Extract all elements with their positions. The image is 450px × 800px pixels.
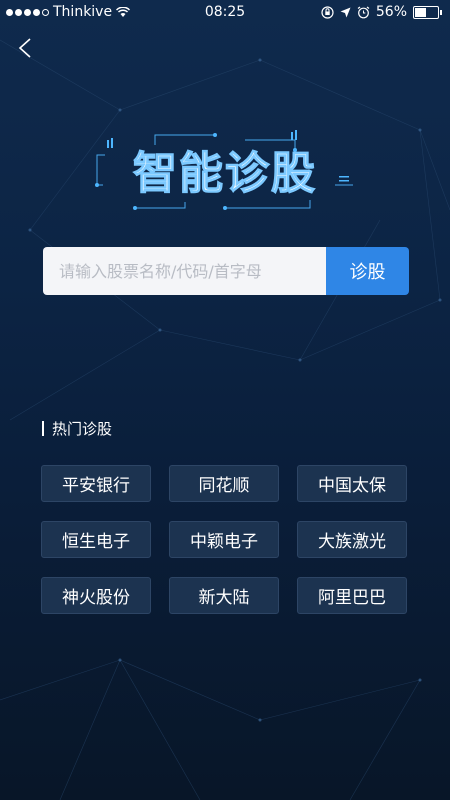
orientation-lock-icon xyxy=(321,5,334,19)
hot-stock-button[interactable]: 中颖电子 xyxy=(169,521,279,558)
diagnose-button[interactable]: 诊股 xyxy=(326,247,409,295)
location-icon xyxy=(340,7,351,17)
network-background xyxy=(0,39,450,800)
battery-tip xyxy=(440,9,442,15)
battery-percent: 56% xyxy=(375,4,407,20)
search-bar: 诊股 xyxy=(43,247,409,295)
hot-stock-button[interactable]: 平安银行 xyxy=(41,465,151,502)
logo: 智能诊股 xyxy=(95,130,353,210)
hot-stocks-title: 热门诊股 xyxy=(52,420,113,438)
search-input[interactable] xyxy=(43,247,326,295)
hot-stock-button[interactable]: 新大陆 xyxy=(169,577,279,614)
hot-stock-button[interactable]: 大族激光 xyxy=(297,521,407,558)
back-button[interactable] xyxy=(14,36,38,60)
hot-stock-button[interactable]: 神火股份 xyxy=(41,577,151,614)
heading-marker xyxy=(42,421,44,436)
alarm-icon xyxy=(357,6,370,18)
hot-stock-button[interactable]: 中国太保 xyxy=(297,465,407,502)
status-right: 56% xyxy=(321,4,442,20)
hot-stocks-heading: 热门诊股 xyxy=(42,418,112,439)
status-bar: Thinkive 08:25 56% xyxy=(0,0,450,26)
logo-text: 智能诊股 xyxy=(133,148,317,199)
hot-stock-button[interactable]: 恒生电子 xyxy=(41,521,151,558)
hot-stock-button[interactable]: 阿里巴巴 xyxy=(297,577,407,614)
battery-icon xyxy=(413,5,439,19)
chevron-left-icon xyxy=(18,38,31,58)
hot-stock-button[interactable]: 同花顺 xyxy=(169,465,279,502)
